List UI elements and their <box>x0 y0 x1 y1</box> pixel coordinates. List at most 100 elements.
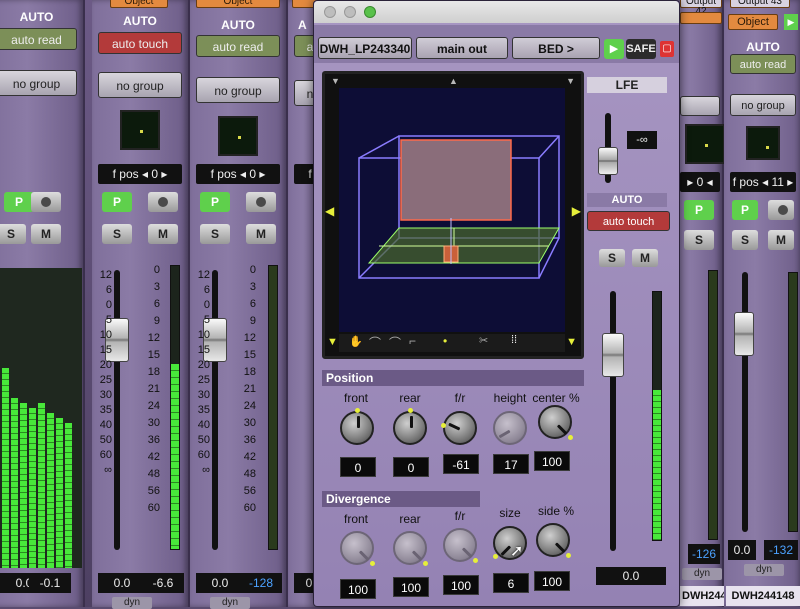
pan-display[interactable] <box>120 110 160 150</box>
center-dot-icon[interactable]: • <box>443 334 447 348</box>
grid-tool-icon[interactable]: ⁞⁞ <box>511 334 517 346</box>
solo-button[interactable]: S <box>599 249 625 267</box>
dyn-button[interactable]: dyn <box>210 597 250 609</box>
play-button[interactable]: ▶ <box>604 39 624 59</box>
volume-fader-track[interactable] <box>114 270 120 550</box>
channel-strip-1: Object AUTO auto touch no group f pos ◂ … <box>92 0 190 609</box>
solo-button[interactable]: S <box>102 224 132 244</box>
minimize-window-icon[interactable] <box>344 6 356 18</box>
front-position-field[interactable]: f pos ◂ 0 ▸ <box>196 164 280 184</box>
divergence-rear-knob[interactable] <box>393 531 428 566</box>
pan-display[interactable] <box>746 126 780 160</box>
automation-mode-select[interactable]: auto read <box>730 54 796 74</box>
play-button[interactable]: ▶ <box>784 14 798 30</box>
front-position-field[interactable]: ▸ 0 ◂ <box>680 172 720 192</box>
volume-display[interactable]: 0.0 <box>196 573 244 593</box>
solo-button[interactable]: S <box>0 224 26 244</box>
position-front-value[interactable]: 0 <box>340 457 376 477</box>
position-center-knob[interactable] <box>538 405 573 440</box>
position-center-value[interactable]: 100 <box>534 451 570 471</box>
solo-button[interactable]: S <box>732 230 758 250</box>
lfe-fader[interactable] <box>598 147 618 175</box>
close-window-icon[interactable] <box>324 6 336 18</box>
automation-mode-select[interactable]: auto touch <box>587 211 670 231</box>
panner-3d-view[interactable]: ▼ ▲ ▼ ◀ ▶ ▼ ✋ ⌒ ⌒ ⌐ • ✂ ⁞⁞ ▼ <box>322 71 584 359</box>
track-name[interactable]: DWH244148 <box>726 586 800 606</box>
volume-fader-track[interactable] <box>212 270 218 550</box>
front-position-field[interactable]: f pos ◂ 11 ▸ <box>730 172 796 192</box>
record-button[interactable] <box>246 192 276 212</box>
divergence-front-value[interactable]: 100 <box>340 579 376 599</box>
position-height-value[interactable]: 17 <box>493 454 529 474</box>
record-button[interactable] <box>768 200 794 220</box>
solo-button[interactable]: S <box>684 230 714 250</box>
track-name[interactable]: DWH244148 <box>680 586 745 606</box>
volume-fader[interactable] <box>602 333 624 377</box>
pan-button[interactable]: P <box>102 192 132 212</box>
position-fr-knob[interactable] <box>441 411 477 445</box>
position-fr-value[interactable]: -61 <box>443 454 479 474</box>
divergence-rear-value[interactable]: 100 <box>393 577 429 597</box>
pan-display[interactable] <box>218 116 258 156</box>
dyn-button[interactable]: dyn <box>112 597 152 609</box>
dyn-button[interactable]: dyn <box>682 568 722 580</box>
zoom-window-icon[interactable] <box>364 6 376 18</box>
scissors-icon[interactable]: ✂ <box>479 334 488 347</box>
volume-display[interactable]: 0.0 <box>596 567 666 585</box>
group-select[interactable]: no group <box>196 77 280 103</box>
pan-button[interactable]: P <box>684 200 714 220</box>
lfe-value[interactable]: -∞ <box>627 131 657 149</box>
volume-fader[interactable] <box>734 312 754 356</box>
hand-tool-icon[interactable]: ✋ <box>349 335 363 348</box>
volume-display[interactable]: 0.0 <box>98 573 146 593</box>
position-front-knob[interactable] <box>340 408 374 445</box>
front-position-field[interactable]: f pos ◂ 0 ▸ <box>98 164 182 184</box>
position-rear-value[interactable]: 0 <box>393 457 429 477</box>
group-select[interactable] <box>680 96 720 116</box>
pan-button[interactable]: P <box>200 192 230 212</box>
mute-button[interactable]: M <box>31 224 61 244</box>
volume-fader-track[interactable] <box>610 291 616 551</box>
divergence-side-value[interactable]: 100 <box>534 571 570 591</box>
speaker-bottom-right-icon[interactable]: ▼ <box>566 336 577 348</box>
level-meter <box>170 265 180 550</box>
position-height-knob[interactable] <box>493 411 527 445</box>
automation-mode-select[interactable]: auto touch <box>98 32 182 54</box>
bus-select[interactable]: main out <box>416 37 508 59</box>
automation-mode-select[interactable]: auto read <box>196 35 280 57</box>
mute-button[interactable]: M <box>768 230 794 250</box>
mute-button[interactable]: M <box>148 224 178 244</box>
divergence-side-knob[interactable] <box>536 523 571 558</box>
close-icon[interactable]: ▢ <box>660 41 674 57</box>
track-name-select[interactable]: DWH_LP243340 <box>318 37 412 59</box>
safe-button[interactable]: SAFE <box>626 39 656 59</box>
mute-button[interactable]: M <box>632 249 658 267</box>
divergence-front-knob[interactable] <box>340 531 375 566</box>
position-header: Position <box>322 370 584 386</box>
divergence-fr-value[interactable]: 100 <box>443 575 479 595</box>
group-select[interactable]: no group <box>98 72 182 98</box>
pan-button[interactable]: P <box>732 200 758 220</box>
volume-fader-track[interactable] <box>742 272 748 532</box>
speaker-bottom-left-icon[interactable]: ▼ <box>327 336 338 348</box>
dyn-button[interactable]: dyn <box>744 564 784 576</box>
position-rear-knob[interactable] <box>393 408 427 445</box>
solo-button[interactable]: S <box>200 224 230 244</box>
group-select[interactable]: no group <box>730 94 796 116</box>
bed-select[interactable]: BED > <box>512 37 600 59</box>
arc-tool-2-icon[interactable]: ⌒ <box>389 334 401 351</box>
divergence-size-value[interactable]: 6 <box>493 573 529 593</box>
corner-tool-icon[interactable]: ⌐ <box>409 334 416 348</box>
record-button[interactable] <box>31 192 61 212</box>
divergence-fr-knob[interactable] <box>443 528 478 563</box>
record-button[interactable] <box>148 192 178 212</box>
arc-tool-icon[interactable]: ⌒ <box>369 334 381 351</box>
pan-display[interactable] <box>685 124 725 164</box>
automation-mode-select[interactable]: auto read <box>0 28 77 50</box>
pan-button[interactable]: P <box>4 192 34 212</box>
window-titlebar[interactable] <box>314 1 679 23</box>
mute-button[interactable]: M <box>246 224 276 244</box>
group-select[interactable]: no group <box>0 70 77 96</box>
room-display[interactable] <box>339 88 565 332</box>
volume-display[interactable]: 0.0 <box>728 540 756 560</box>
